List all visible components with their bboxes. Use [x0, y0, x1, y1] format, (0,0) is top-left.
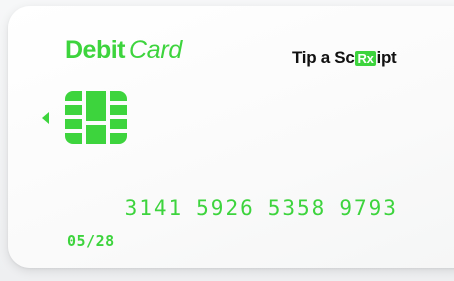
logo-text-end: ipt — [376, 48, 397, 67]
card-expiry: 05/28 — [67, 232, 115, 250]
card-number-group-3: 5358 — [267, 196, 327, 220]
logo-rx-badge: Rx — [355, 50, 376, 66]
tip-a-script-logo: Tip a Sc Rx ipt — [292, 48, 397, 68]
card-number-group-4: 9793 — [339, 196, 398, 220]
card-chip-icon — [65, 91, 127, 144]
brand-bold-text: Debit — [65, 36, 126, 64]
brand-italic-text: Card — [129, 36, 182, 64]
card-brand: Debit Card — [65, 36, 182, 70]
card-number-group-1: 3141 — [124, 196, 184, 220]
card-number-group-2: 5926 — [196, 196, 255, 220]
card-number: 3141 5926 5358 9793 — [66, 172, 411, 244]
caret-left-icon — [42, 112, 49, 124]
logo-text-start: Tip a Sc — [292, 48, 355, 67]
stage: Debit Card Tip a Sc Rx ipt 3141 5926 5358 9… — [0, 0, 454, 281]
